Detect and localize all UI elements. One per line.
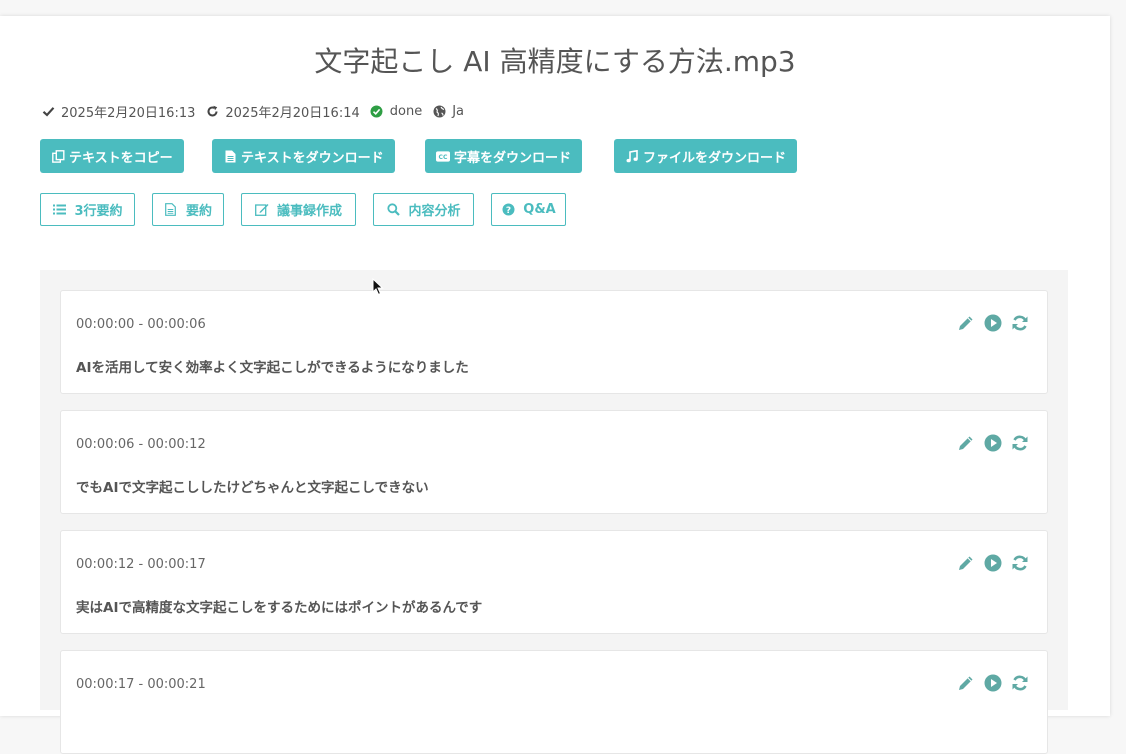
download-text-button[interactable]: テキストをダウンロード (212, 139, 395, 173)
segment-item: 00:00:12 - 00:00:17 実はAIで高精度な文字起こしをするために… (60, 530, 1048, 634)
play-icon[interactable] (983, 673, 1002, 692)
check-icon (40, 103, 56, 119)
svg-text:?: ? (506, 206, 511, 216)
qa-button[interactable]: ? Q&A (491, 193, 566, 226)
svg-text:CC: CC (439, 154, 448, 161)
edit-icon (255, 203, 269, 217)
segment-actions (956, 433, 1029, 452)
copy-text-button[interactable]: テキストをコピー (40, 139, 184, 173)
list-icon (52, 203, 66, 217)
meta-bar: 2025年2月20日16:13 2025年2月20日16:14 done Ja (40, 102, 473, 121)
segment-item: 00:00:00 - 00:00:06 AIを活用して安く効率よく文字起こしがで… (60, 290, 1048, 394)
minutes-button[interactable]: 議事録作成 (241, 193, 356, 226)
summary-label: 要約 (185, 204, 212, 219)
download-file-label: ファイルをダウンロード (643, 150, 787, 166)
transcript-card: 文字起こし AI 高精度にする方法.mp3 2025年2月20日16:13 20… (0, 16, 1110, 754)
copy-text-label: テキストをコピー (69, 150, 173, 166)
file-text-icon (223, 149, 237, 163)
refresh-icon[interactable] (1010, 673, 1029, 692)
download-file-button[interactable]: ファイルをダウンロード (614, 139, 798, 173)
segment-time: 00:00:17 - 00:00:21 (76, 677, 206, 692)
refresh-icon[interactable] (1010, 313, 1029, 332)
minutes-label: 議事録作成 (276, 204, 342, 219)
segment-time: 00:00:12 - 00:00:17 (76, 557, 206, 572)
refresh-icon (204, 103, 220, 119)
pencil-icon[interactable] (956, 673, 975, 692)
pencil-icon[interactable] (956, 433, 975, 452)
download-subtitles-button[interactable]: CC 字幕をダウンロード (425, 139, 583, 173)
pencil-icon[interactable] (956, 553, 975, 572)
copy-icon (51, 149, 65, 163)
language-text: Ja (452, 103, 465, 119)
summary-button[interactable]: 要約 (152, 193, 224, 226)
three-line-summary-label: 3行要約 (74, 204, 123, 219)
pencil-icon[interactable] (956, 313, 975, 332)
segment-time: 00:00:06 - 00:00:12 (76, 437, 206, 452)
created-date: 2025年2月20日16:13 (61, 105, 196, 121)
play-icon[interactable] (983, 313, 1002, 332)
question-circle-icon: ? (501, 203, 515, 217)
refresh-icon[interactable] (1010, 433, 1029, 452)
segment-list: 00:00:00 - 00:00:06 AIを活用して安く効率よく文字起こしがで… (40, 270, 1068, 754)
content-analysis-label: 内容分析 (408, 204, 461, 219)
segment-actions (956, 553, 1029, 572)
segment-text: 実はAIで高精度な文字起こしをするためにはポイントがあるんです (76, 600, 483, 616)
globe-icon (431, 103, 447, 119)
content-analysis-button[interactable]: 内容分析 (373, 193, 474, 226)
check-circle-icon (369, 103, 385, 119)
segment-item: 00:00:06 - 00:00:12 でもAIで文字起こししたけどちゃんと文字… (60, 410, 1048, 514)
document-icon (164, 203, 178, 217)
closed-caption-icon: CC (436, 149, 450, 163)
refresh-icon[interactable] (1010, 553, 1029, 572)
search-icon (386, 203, 400, 217)
segment-actions (956, 673, 1029, 692)
qa-label: Q&A (523, 202, 556, 217)
three-line-summary-button[interactable]: 3行要約 (40, 193, 135, 226)
segment-text: でもAIで文字起こししたけどちゃんと文字起こしできない (76, 480, 429, 496)
play-icon[interactable] (983, 553, 1002, 572)
segment-actions (956, 313, 1029, 332)
updated-date: 2025年2月20日16:14 (225, 105, 360, 121)
play-icon[interactable] (983, 433, 1002, 452)
mouse-cursor-icon (372, 278, 384, 296)
download-subtitles-label: 字幕をダウンロード (454, 150, 572, 166)
music-icon (625, 149, 639, 163)
page-title: 文字起こし AI 高精度にする方法.mp3 (314, 45, 796, 78)
status-text: done (389, 103, 423, 119)
download-text-label: テキストをダウンロード (241, 150, 384, 166)
segment-text: AIを活用して安く効率よく文字起こしができるようになりました (76, 360, 469, 376)
segment-item: 00:00:17 - 00:00:21 (60, 650, 1048, 754)
segment-time: 00:00:00 - 00:00:06 (76, 317, 206, 332)
